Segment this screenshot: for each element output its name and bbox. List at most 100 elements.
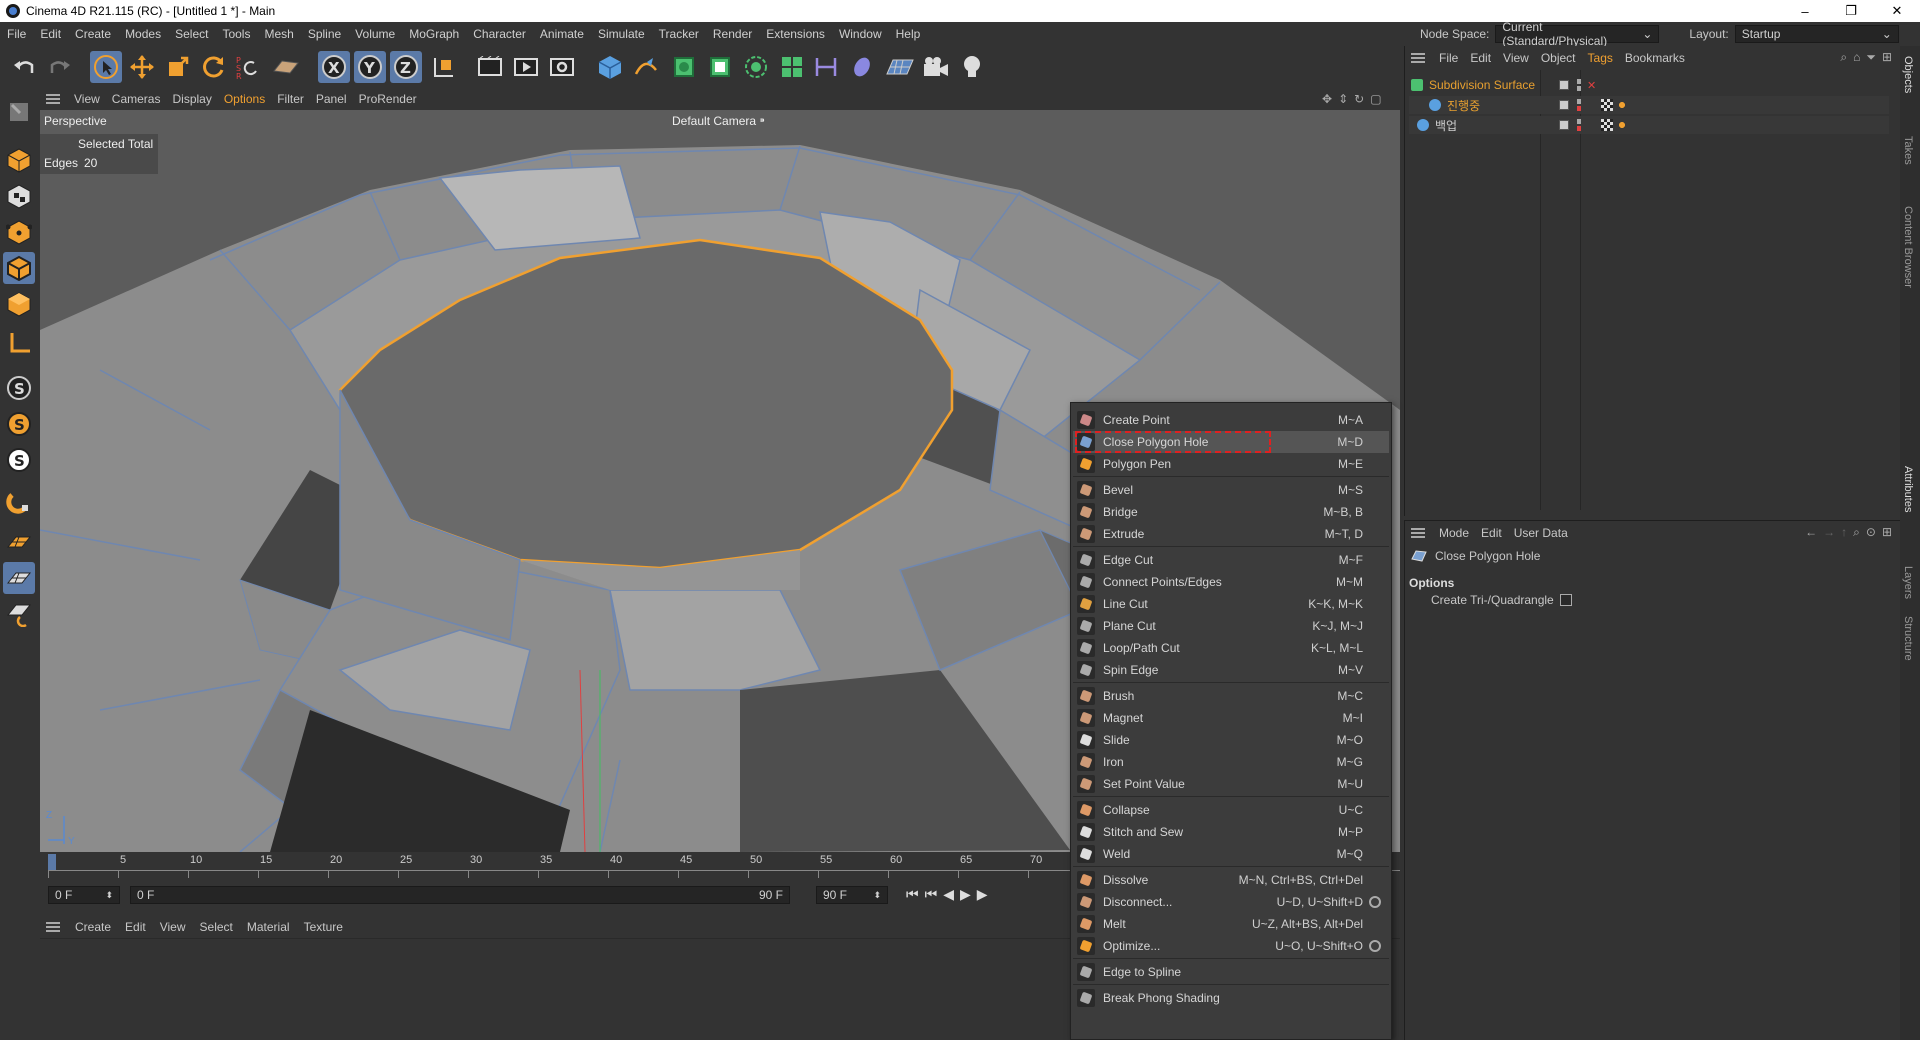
mograph-cloner-button[interactable] xyxy=(776,51,808,83)
context-item-edge-cut[interactable]: Edge Cut M~F xyxy=(1073,549,1389,571)
object-menu-view[interactable]: View xyxy=(1497,51,1535,65)
cube-object-button[interactable] xyxy=(594,51,626,83)
material-menu-view[interactable]: View xyxy=(153,920,193,934)
context-item-slide[interactable]: Slide M~O xyxy=(1073,729,1389,751)
playhead-marker[interactable] xyxy=(48,854,56,870)
scale-tool-button[interactable] xyxy=(162,51,194,83)
tri-quad-checkbox[interactable] xyxy=(1559,594,1572,606)
viewport-menu-filter[interactable]: Filter xyxy=(271,92,310,106)
selection-tag-icon[interactable] xyxy=(1617,100,1627,110)
side-tab-structure[interactable]: Structure xyxy=(1902,616,1914,661)
context-item-dissolve[interactable]: Dissolve M~N, Ctrl+BS, Ctrl+Del xyxy=(1073,869,1389,891)
deformer-button[interactable] xyxy=(810,51,842,83)
viewport-menu-view[interactable]: View xyxy=(68,92,106,106)
menu-character[interactable]: Character xyxy=(466,27,533,41)
material-menu-edit[interactable]: Edit xyxy=(118,920,153,934)
context-item-line-cut[interactable]: Line Cut K~K, M~K xyxy=(1073,593,1389,615)
viewport-menu-display[interactable]: Display xyxy=(166,92,217,106)
subdivision-surface-button[interactable] xyxy=(668,51,700,83)
phong-tag-icon[interactable] xyxy=(1601,119,1613,131)
pen-spline-button[interactable] xyxy=(630,51,662,83)
snap-settings-button[interactable]: S xyxy=(3,408,35,440)
back-arrow-icon[interactable]: ← xyxy=(1805,525,1817,540)
context-item-break-phong-shading[interactable]: Break Phong Shading xyxy=(1073,987,1389,1009)
home-icon[interactable]: ⌂ xyxy=(1853,50,1860,65)
field-object-button[interactable] xyxy=(846,51,878,83)
start-frame-field[interactable]: 0 F ⬍ xyxy=(48,886,120,904)
menu-animate[interactable]: Animate xyxy=(533,27,591,41)
side-tab-objects[interactable]: Objects xyxy=(1902,56,1914,93)
object-menu-bookmarks[interactable]: Bookmarks xyxy=(1619,51,1691,65)
menu-simulate[interactable]: Simulate xyxy=(591,27,652,41)
side-tab-layers[interactable]: Layers xyxy=(1902,566,1914,599)
undo-button[interactable] xyxy=(8,51,40,83)
viewport-menu-cameras[interactable]: Cameras xyxy=(106,92,167,106)
material-menu-material[interactable]: Material xyxy=(240,920,297,934)
menu-volume[interactable]: Volume xyxy=(348,27,402,41)
psr-tool-button[interactable]: PSR xyxy=(232,51,264,83)
context-item-bevel[interactable]: Bevel M~S xyxy=(1073,479,1389,501)
z-axis-lock-button[interactable]: Z xyxy=(390,51,422,83)
move-tool-button[interactable] xyxy=(126,51,158,83)
camera-object-button[interactable] xyxy=(920,51,952,83)
side-tab-takes[interactable]: Takes xyxy=(1902,136,1914,165)
quantize-button[interactable]: S xyxy=(3,444,35,476)
menu-tracker[interactable]: Tracker xyxy=(652,27,706,41)
context-item-polygon-pen[interactable]: Polygon Pen M~E xyxy=(1073,453,1389,475)
camera-label[interactable]: Default Camera ⁍ xyxy=(672,114,765,128)
end-frame-field[interactable]: 90 F ⬍ xyxy=(816,886,888,904)
orbit-icon[interactable]: ↻ xyxy=(1354,92,1364,106)
attribute-menu-mode[interactable]: Mode xyxy=(1433,526,1475,540)
node-space-dropdown[interactable]: Current (Standard/Physical) ⌄ xyxy=(1495,20,1660,48)
forward-arrow-icon[interactable]: → xyxy=(1823,525,1835,540)
render-dots-icon[interactable] xyxy=(1577,99,1581,111)
viewport-menu-prorender[interactable]: ProRender xyxy=(353,92,423,106)
menu-file[interactable]: File xyxy=(0,27,33,41)
context-item-iron[interactable]: Iron M~G xyxy=(1073,751,1389,773)
hamburger-menu-icon[interactable] xyxy=(46,922,60,932)
restore-button[interactable]: ❐ xyxy=(1828,0,1874,22)
minimize-button[interactable]: – xyxy=(1782,0,1828,22)
hamburger-menu-icon[interactable] xyxy=(46,94,60,104)
play-icon[interactable]: ▶ xyxy=(960,886,971,903)
object-menu-tags[interactable]: Tags xyxy=(1582,51,1619,65)
visibility-toggle-icon[interactable] xyxy=(1559,80,1569,90)
menu-window[interactable]: Window xyxy=(832,27,889,41)
menu-mograph[interactable]: MoGraph xyxy=(402,27,466,41)
previous-key-icon[interactable]: ⏮ xyxy=(925,886,938,903)
material-menu-create[interactable]: Create xyxy=(68,920,118,934)
magnet-tool-button[interactable] xyxy=(3,486,35,518)
menu-render[interactable]: Render xyxy=(706,27,759,41)
render-dots-icon[interactable] xyxy=(1577,79,1581,91)
layout-dropdown[interactable]: Startup ⌄ xyxy=(1734,25,1899,43)
next-frame-icon[interactable]: ▶ xyxy=(977,886,988,903)
object-row[interactable]: 백업 xyxy=(1409,116,1889,134)
cloner-object-button[interactable] xyxy=(740,51,772,83)
context-item-magnet[interactable]: Magnet M~I xyxy=(1073,707,1389,729)
context-item-close-polygon-hole[interactable]: Close Polygon Hole M~D xyxy=(1073,431,1389,453)
attribute-menu-user-data[interactable]: User Data xyxy=(1508,526,1574,540)
context-item-melt[interactable]: Melt U~Z, Alt+BS, Alt+Del xyxy=(1073,913,1389,935)
object-menu-object[interactable]: Object xyxy=(1535,51,1582,65)
menu-mesh[interactable]: Mesh xyxy=(257,27,300,41)
context-item-extrude[interactable]: Extrude M~T, D xyxy=(1073,523,1389,545)
menu-select[interactable]: Select xyxy=(168,27,215,41)
coordinate-system-button[interactable] xyxy=(428,51,460,83)
context-item-collapse[interactable]: Collapse U~C xyxy=(1073,799,1389,821)
visibility-toggle-icon[interactable] xyxy=(1559,100,1569,110)
edge-mode-button[interactable] xyxy=(3,252,35,284)
object-row[interactable]: 진행중 xyxy=(1409,96,1889,114)
visibility-toggle-icon[interactable] xyxy=(1559,120,1569,130)
lock-icon[interactable]: ⊙ xyxy=(1866,525,1876,540)
context-item-create-point[interactable]: Create Point M~A xyxy=(1073,409,1389,431)
context-item-connect-points-edges[interactable]: Connect Points/Edges M~M xyxy=(1073,571,1389,593)
y-axis-lock-button[interactable]: Y xyxy=(354,51,386,83)
light-object-button[interactable] xyxy=(956,51,988,83)
x-axis-lock-button[interactable]: X xyxy=(318,51,350,83)
side-tab-attributes[interactable]: Attributes xyxy=(1902,466,1914,512)
pan-icon[interactable]: ✥ xyxy=(1322,92,1332,106)
render-to-picture-viewer-button[interactable] xyxy=(510,51,542,83)
hamburger-menu-icon[interactable] xyxy=(1411,53,1425,63)
model-mode-button[interactable] xyxy=(3,144,35,176)
locked-workplane-button[interactable] xyxy=(3,562,35,594)
